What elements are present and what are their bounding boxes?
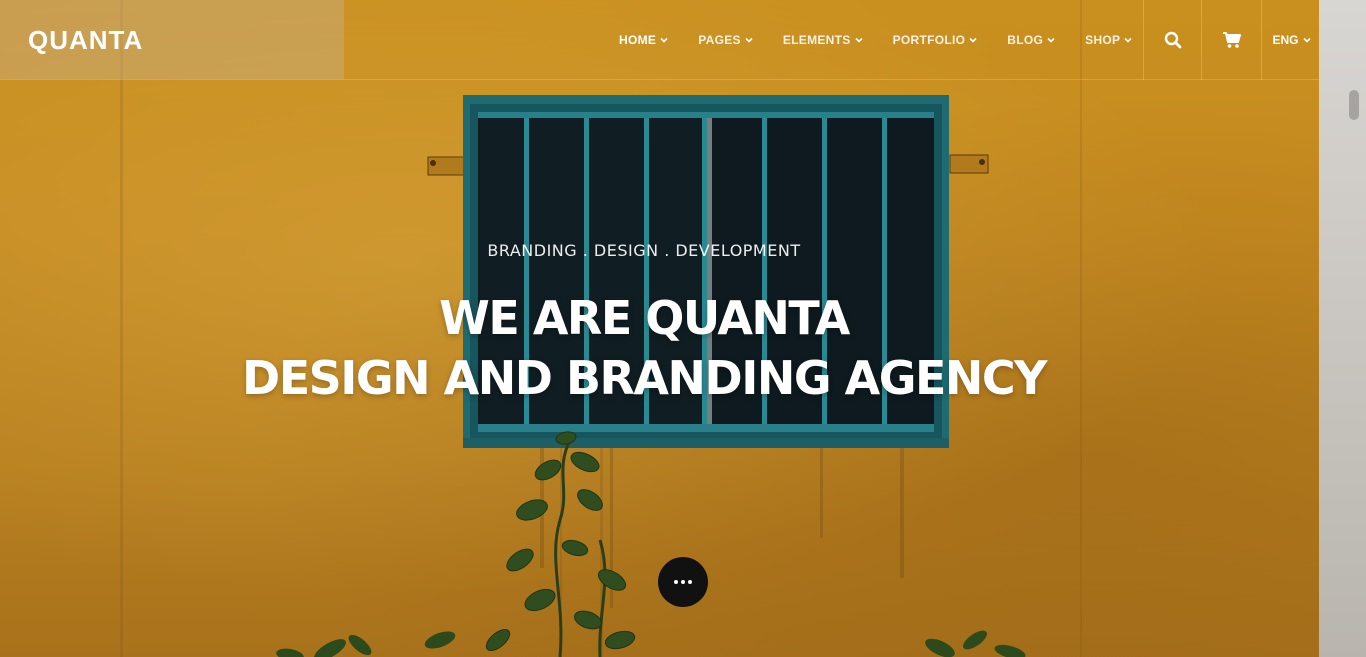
hero-title-line-2: DESIGN AND BRANDING AGENCY — [242, 351, 1047, 405]
nav-item-home[interactable]: HOME — [604, 33, 683, 47]
chevron-down-icon — [1047, 37, 1055, 43]
site-header: QUANTA HOME PAGES ELEMENTS PORTFOLIO BLO… — [0, 0, 1319, 80]
nav-item-label: PAGES — [698, 33, 741, 47]
chevron-down-icon — [855, 37, 863, 43]
nav-item-blog[interactable]: BLOG — [992, 33, 1070, 47]
landing-page: QUANTA HOME PAGES ELEMENTS PORTFOLIO BLO… — [0, 0, 1366, 657]
nav-item-label: PORTFOLIO — [892, 33, 966, 47]
chevron-down-icon — [969, 37, 977, 43]
chevron-down-icon — [1302, 37, 1311, 43]
chevron-down-icon — [1124, 37, 1132, 43]
search-button[interactable] — [1143, 0, 1201, 80]
more-dots-icon — [674, 580, 692, 584]
nav-item-elements[interactable]: ELEMENTS — [768, 33, 878, 47]
main-nav: HOME PAGES ELEMENTS PORTFOLIO BLOG SHOP — [604, 0, 1147, 80]
hero-subtitle: BRANDING . DESIGN . DEVELOPMENT — [487, 241, 801, 260]
search-icon — [1164, 31, 1181, 49]
site-logo[interactable]: QUANTA — [28, 25, 143, 56]
chevron-down-icon — [745, 37, 753, 43]
header-tools: ENG — [1143, 0, 1319, 80]
nav-item-label: HOME — [619, 33, 657, 47]
language-selector[interactable]: ENG — [1261, 0, 1319, 80]
side-panel-edge — [1319, 0, 1366, 657]
nav-item-shop[interactable]: SHOP — [1070, 33, 1147, 47]
logo-area[interactable]: QUANTA — [0, 0, 344, 80]
chevron-down-icon — [660, 37, 668, 43]
nav-item-portfolio[interactable]: PORTFOLIO — [878, 33, 993, 47]
hero-title: WE ARE QUANTA DESIGN AND BRANDING AGENCY — [0, 288, 1288, 408]
nav-item-label: ELEMENTS — [782, 33, 851, 47]
cart-button[interactable] — [1201, 0, 1261, 80]
shopping-cart-icon — [1222, 32, 1241, 48]
nav-item-label: SHOP — [1085, 33, 1121, 47]
language-label: ENG — [1272, 33, 1299, 47]
nav-item-label: BLOG — [1007, 33, 1044, 47]
nav-item-pages[interactable]: PAGES — [683, 33, 768, 47]
hero-title-line-1: WE ARE QUANTA — [439, 291, 850, 345]
scroll-down-button[interactable] — [658, 557, 708, 607]
